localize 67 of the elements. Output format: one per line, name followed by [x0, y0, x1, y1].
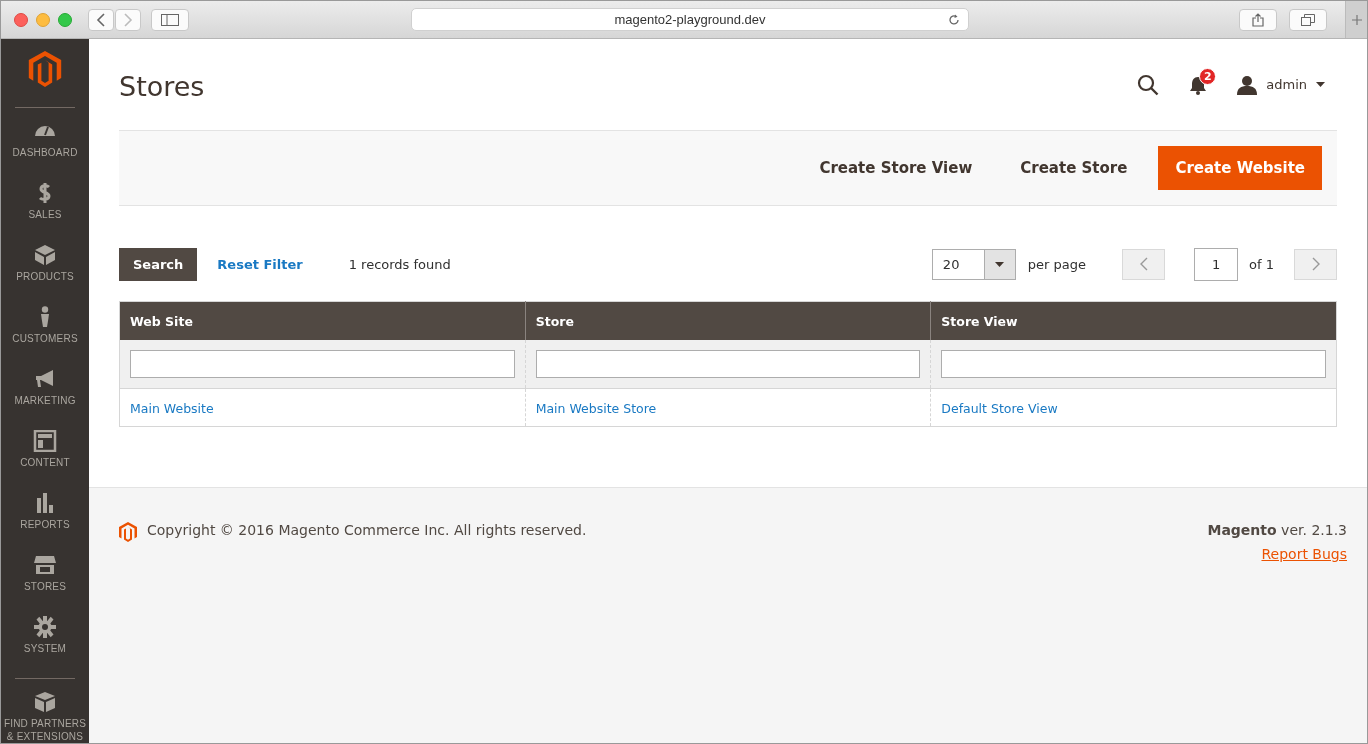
page-field[interactable]: 1 — [1194, 247, 1239, 281]
sidebar-item[interactable]: SYSTEM — [1, 616, 89, 678]
new-tab-button[interactable] — [1345, 1, 1367, 38]
share-button[interactable] — [1239, 8, 1277, 31]
box-icon — [33, 244, 57, 266]
caret-icon — [995, 261, 1005, 267]
chevron-right-icon — [1311, 257, 1320, 271]
tabs-icon — [1301, 13, 1315, 26]
report-bugs-link[interactable]: Report Bugs — [1261, 546, 1347, 562]
sidebar-item[interactable]: SALES — [1, 182, 89, 244]
close-icon[interactable] — [14, 12, 28, 27]
layout-icon — [33, 430, 57, 452]
sidebar-item[interactable]: CUSTOMERS — [1, 306, 89, 368]
primary-button[interactable]: Create Website — [1158, 146, 1322, 190]
per-page-label: per page — [1027, 256, 1087, 272]
tabs-button[interactable] — [1289, 8, 1327, 31]
filter-field[interactable] — [130, 350, 515, 378]
search-icon[interactable] — [1137, 73, 1160, 96]
next-page-button[interactable] — [1294, 248, 1337, 280]
logo-icon — [119, 522, 137, 542]
sidebar-icon — [161, 13, 179, 26]
per-page-select[interactable]: 20 — [931, 248, 1016, 280]
reload-icon[interactable] — [948, 14, 960, 26]
table-cell-link[interactable]: Main Website Store — [535, 401, 657, 416]
caret-icon — [1316, 82, 1325, 87]
page-title: Stores — [119, 70, 205, 102]
forward-button[interactable] — [115, 8, 141, 31]
filter-field[interactable] — [535, 350, 921, 378]
sidebar-item[interactable]: REPORTS — [1, 492, 89, 554]
sidebar-toggle-button[interactable] — [151, 8, 189, 31]
chevron-right-icon — [123, 12, 133, 27]
sidebar-item[interactable]: MARKETING — [1, 368, 89, 430]
reset-filter-link[interactable]: Reset Filter — [217, 256, 303, 272]
column-header[interactable]: Web Site — [119, 301, 526, 340]
chevron-left-icon — [96, 12, 106, 27]
filter-field[interactable] — [941, 350, 1326, 378]
sidebar-item[interactable]: STORES — [1, 554, 89, 616]
minimize-icon[interactable] — [36, 12, 50, 27]
address-field[interactable]: magento2-playground.dev — [411, 8, 969, 31]
logo-icon[interactable] — [27, 51, 63, 87]
version-text: Magento ver. 2.1.3 — [1207, 522, 1347, 538]
storefront-icon — [33, 554, 57, 576]
notification-count: 2 — [1199, 67, 1217, 85]
sidebar-item[interactable]: CONTENT — [1, 430, 89, 492]
column-header[interactable]: Store — [525, 301, 931, 340]
zoom-icon[interactable] — [58, 12, 72, 27]
action-button[interactable]: Create Store View — [802, 147, 990, 189]
share-icon — [1252, 12, 1264, 27]
previous-page-button[interactable] — [1122, 248, 1166, 280]
search-button[interactable]: Search — [119, 247, 198, 281]
user-icon — [1237, 74, 1258, 95]
sidebar-item[interactable]: FIND PARTNERS & EXTENSIONS — [1, 691, 89, 743]
user-menu[interactable]: admin — [1237, 74, 1325, 95]
table-cell-link[interactable]: Default Store View — [941, 401, 1058, 416]
blocks-icon — [33, 691, 57, 713]
gear-icon — [33, 616, 57, 638]
table-cell-link[interactable]: Main Website — [130, 401, 214, 416]
copyright-text: Copyright © 2016 Magento Commerce Inc. All rights reserved. — [147, 522, 587, 538]
records-count: 1 records found — [348, 256, 451, 272]
sidebar-item[interactable]: DASHBOARD — [1, 120, 89, 182]
chevron-left-icon — [1139, 257, 1148, 271]
page-total: of 1 — [1249, 256, 1274, 272]
action-button[interactable]: Create Store — [1003, 147, 1145, 189]
sidebar-item[interactable]: PRODUCTS — [1, 244, 89, 306]
plus-icon — [1351, 14, 1362, 25]
column-header[interactable]: Store View — [930, 301, 1337, 340]
back-button[interactable] — [88, 8, 114, 31]
